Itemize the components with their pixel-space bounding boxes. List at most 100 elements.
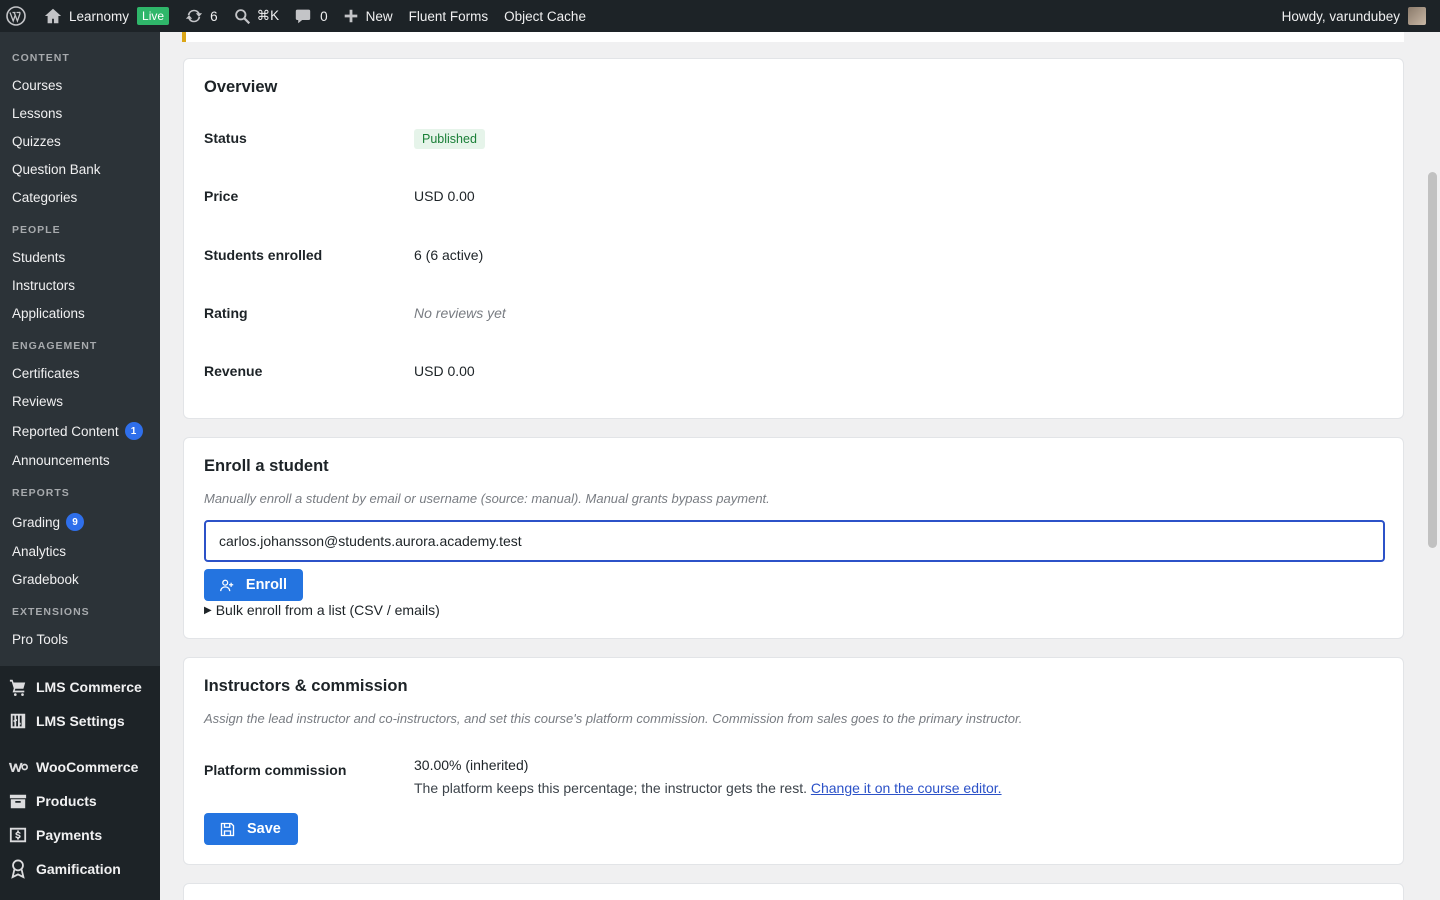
grading-count-badge: 9 [66, 513, 85, 531]
notice-strip [182, 32, 1404, 42]
sidebar-item-announcements[interactable]: Announcements [0, 447, 160, 475]
sidebar-item-quizzes[interactable]: Quizzes [0, 128, 160, 156]
archive-box-icon [8, 791, 28, 811]
sidebar-item-categories[interactable]: Categories [0, 184, 160, 212]
menu-payments[interactable]: Payments [0, 818, 160, 852]
avatar [1408, 7, 1426, 25]
comment-icon [295, 9, 311, 24]
overview-card: Overview Status Published Price USD 0.00… [183, 58, 1404, 419]
enroll-title: Enroll a student [204, 457, 329, 475]
comments-count: 0 [320, 8, 328, 24]
section-heading-extensions: EXTENSIONS [12, 606, 90, 618]
bulk-enroll-toggle[interactable]: ▶ Bulk enroll from a list (CSV / emails) [204, 602, 440, 618]
admin-sidebar: CONTENT Courses Lessons Quizzes Question… [0, 32, 160, 900]
sidebar-item-lessons[interactable]: Lessons [0, 100, 160, 128]
students-label: Students enrolled [204, 247, 323, 263]
sidebar-item-label: Reported Content [12, 423, 119, 439]
commission-note: The platform keeps this percentage; the … [414, 780, 807, 796]
command-search[interactable]: ⌘K [226, 0, 288, 32]
main-content: Overview Status Published Price USD 0.00… [160, 32, 1424, 900]
sidebar-item-pro-tools[interactable]: Pro Tools [0, 626, 160, 654]
sidebar-item-gradebook[interactable]: Gradebook [0, 566, 160, 594]
site-name: Learnomy [69, 8, 130, 24]
enroll-button-label: Enroll [245, 577, 287, 593]
home-icon [44, 8, 62, 24]
status-badge: Published [414, 129, 485, 149]
overview-row-rating: Rating No reviews yet [204, 301, 1383, 325]
updates-count: 6 [210, 8, 218, 24]
site-name-menu[interactable]: Learnomy Live [36, 0, 177, 32]
sidebar-item-reported-content[interactable]: Reported Content 1 [0, 416, 160, 447]
menu-products[interactable]: Products [0, 784, 160, 818]
award-icon [8, 859, 28, 879]
save-button[interactable]: Save [204, 813, 298, 845]
instructors-title: Instructors & commission [204, 677, 408, 695]
sidebar-item-grading[interactable]: Grading 9 [0, 507, 160, 538]
howdy-text: Howdy, varundubey [1281, 8, 1400, 24]
instructors-hint: Assign the lead instructor and co-instru… [204, 711, 1023, 726]
menu-lms-settings[interactable]: LMS Settings [0, 704, 160, 738]
search-shortcut: ⌘K [256, 8, 280, 23]
new-label: New [365, 8, 393, 24]
reported-count-badge: 1 [124, 422, 143, 440]
revenue-value: USD 0.00 [414, 363, 475, 379]
section-heading-reports: REPORTS [12, 487, 70, 499]
sidebar-item-reviews[interactable]: Reviews [0, 388, 160, 416]
object-cache-menu[interactable]: Object Cache [496, 0, 594, 32]
rating-label: Rating [204, 305, 248, 321]
sidebar-item-question-bank[interactable]: Question Bank [0, 156, 160, 184]
refresh-icon [185, 9, 203, 23]
bulk-enroll-label: Bulk enroll from a list (CSV / emails) [215, 602, 440, 618]
sidebar-item-courses[interactable]: Courses [0, 72, 160, 100]
dollar-icon [8, 825, 28, 845]
live-badge: Live [137, 7, 170, 25]
cart-icon [8, 677, 28, 697]
save-disk-icon [220, 822, 235, 836]
sidebar-item-applications[interactable]: Applications [0, 300, 160, 328]
sidebar-item-certificates[interactable]: Certificates [0, 360, 160, 388]
section-heading-content: CONTENT [12, 52, 70, 64]
section-heading-people: PEOPLE [12, 224, 61, 236]
enroll-hint: Manually enroll a student by email or us… [204, 491, 770, 506]
commission-note-line: The platform keeps this percentage; the … [414, 780, 1002, 796]
sidebar-item-students[interactable]: Students [0, 244, 160, 272]
students-value: 6 (6 active) [414, 247, 484, 263]
comments-menu[interactable]: 0 [287, 0, 336, 32]
revenue-label: Revenue [204, 363, 263, 379]
commission-value: 30.00% (inherited) [414, 757, 529, 773]
plus-icon [344, 9, 357, 23]
next-card [183, 883, 1404, 900]
scrollbar-thumb[interactable] [1428, 172, 1437, 548]
overview-row-students: Students enrolled 6 (6 active) [204, 243, 1383, 267]
overview-row-price: Price USD 0.00 [204, 184, 1383, 208]
price-value: USD 0.00 [414, 188, 475, 204]
save-button-label: Save [247, 821, 281, 837]
sidebar-item-instructors[interactable]: Instructors [0, 272, 160, 300]
menu-gamification[interactable]: Gamification [0, 852, 160, 886]
enroll-student-input[interactable] [204, 520, 1385, 562]
wordpress-logo-icon[interactable] [0, 0, 36, 32]
overview-title: Overview [204, 78, 278, 96]
menu-label: LMS Settings [36, 713, 125, 729]
rating-value: No reviews yet [414, 305, 506, 321]
disclosure-triangle-icon: ▶ [204, 604, 212, 616]
course-editor-link[interactable]: Change it on the course editor. [811, 780, 1002, 796]
menu-lms-commerce[interactable]: LMS Commerce [0, 670, 160, 704]
instructors-card: Instructors & commission Assign the lead… [183, 657, 1404, 865]
enroll-card: Enroll a student Manually enroll a stude… [183, 437, 1404, 639]
updates-menu[interactable]: 6 [177, 0, 226, 32]
account-menu[interactable]: Howdy, varundubey [1274, 0, 1440, 32]
page-scrollbar[interactable] [1424, 32, 1440, 900]
sidebar-item-analytics[interactable]: Analytics [0, 538, 160, 566]
user-plus-icon [220, 579, 234, 591]
menu-woocommerce[interactable]: WooCommerce [0, 750, 160, 784]
menu-label: WooCommerce [36, 759, 139, 775]
woocommerce-icon [8, 757, 28, 777]
fluent-forms-menu[interactable]: Fluent Forms [401, 0, 497, 32]
new-content-menu[interactable]: New [336, 0, 401, 32]
settings-sliders-icon [8, 711, 28, 731]
sidebar-item-label: Grading [12, 514, 61, 530]
price-label: Price [204, 188, 239, 204]
enroll-button[interactable]: Enroll [204, 569, 303, 601]
menu-label: Payments [36, 827, 103, 843]
